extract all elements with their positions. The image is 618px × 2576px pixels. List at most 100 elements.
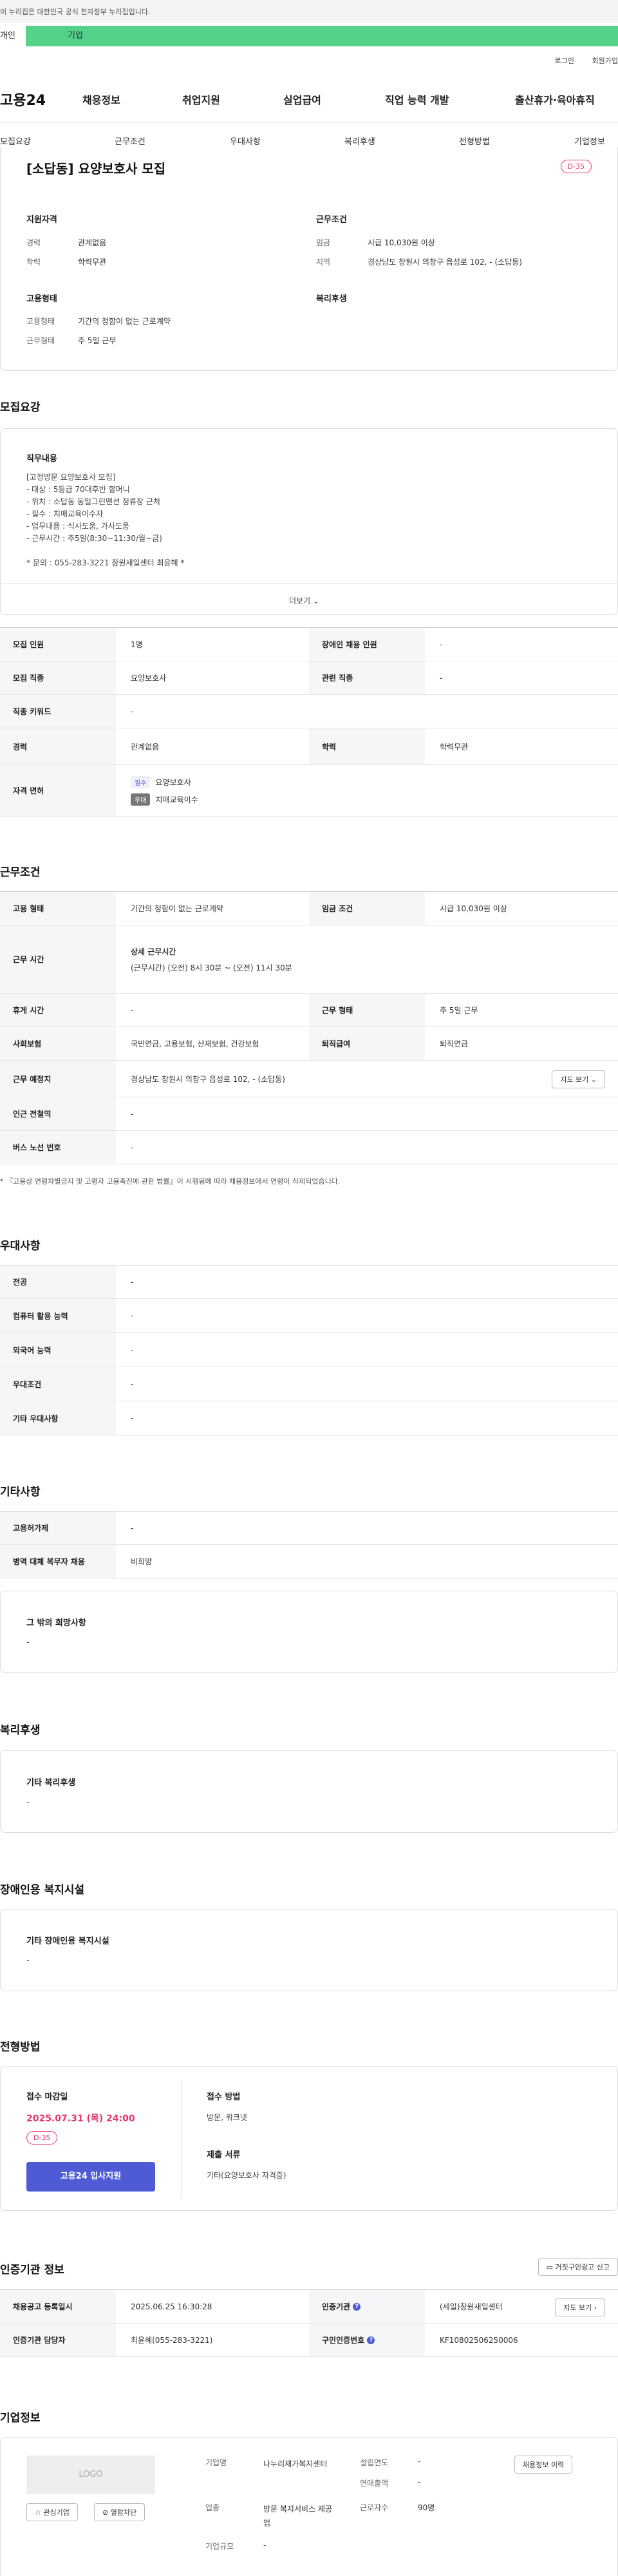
job-line: - 위치 : 소답동 동일그린맨션 정류장 근처 (26, 497, 160, 506)
company-name-value: 나누리재가복지센터 (263, 2459, 328, 2468)
table-row: 컴퓨터 활용 능력 - (0, 1299, 618, 1333)
work-form-label: 근무형태 (26, 336, 55, 345)
wage-value: 시급 10,030원 이상 (368, 238, 435, 247)
headcount-label: 모집 인원 (0, 628, 116, 661)
join-link[interactable]: 회원가입 (592, 57, 618, 65)
table-row: 사회보험 국민연금, 고용보험, 산재보험, 건강보험 퇴직급여 퇴직연금 (0, 1027, 618, 1061)
welfare-title: 복리후생 (316, 294, 347, 304)
keyword-value: - (131, 706, 134, 716)
more-button[interactable]: 더보기 ⌄ (289, 595, 319, 606)
site-logo[interactable]: 고용24 (0, 89, 46, 109)
etc-heading: 기타사항 (0, 1486, 41, 1499)
hours-title: 상세 근무시간 (131, 947, 176, 956)
tab-welfare[interactable]: 복리후생 (344, 135, 375, 147)
military-label: 병역 대체 복무자 채용 (0, 1545, 116, 1578)
employ-label: 고용 형태 (0, 892, 116, 925)
tab-recruit[interactable]: 모집요강 (0, 135, 31, 147)
employ-title: 고용형태 (26, 294, 57, 304)
more-label: 더보기 (289, 596, 311, 605)
tab-company[interactable]: 기업정보 (574, 135, 605, 147)
manager-value: 최윤혜(055-283-3221) (131, 2336, 213, 2345)
num-label-text: 구인인증번호 (322, 2336, 365, 2345)
related-value: - (440, 673, 443, 683)
job-line: - 대상 : 5등급 70대후반 할머니 (26, 485, 130, 494)
subway-label: 인근 전철역 (0, 1097, 116, 1130)
required-tag: 필수 (131, 775, 151, 788)
gnb-unemployment[interactable]: 실업급여 (283, 91, 321, 107)
region-label: 지역 (316, 258, 331, 267)
table-row: 우대조건 - (0, 1367, 618, 1401)
reg-value: 2025.06.25 16:30:28 (131, 2302, 212, 2311)
table-row: 휴게 시간 - 근무 형태 주 5일 근무 (0, 994, 618, 1027)
gov-banner: 이 누리집은 대한민국 공식 전자정부 누리집입니다. (0, 0, 618, 23)
license-item: 필수 요양보호사 (131, 775, 191, 788)
conditions-heading: 근무조건 (0, 866, 41, 879)
form-value: 주 5일 근무 (440, 1006, 478, 1015)
form-label: 근무 형태 (309, 994, 425, 1027)
tab-selection[interactable]: 전형방법 (459, 135, 490, 147)
gnb-jobs[interactable]: 채용정보 (82, 91, 120, 107)
employ-value: 기간의 정함이 없는 근로계약 (131, 904, 223, 913)
tab-person[interactable]: 개인 (0, 26, 26, 46)
pref-heading: 우대사항 (0, 1240, 41, 1253)
edu-row-value: 학력무관 (440, 742, 469, 752)
lang-value: - (131, 1345, 134, 1354)
info-icon[interactable]: ? (367, 2336, 375, 2344)
year-label: 설립연도 (360, 2458, 389, 2467)
preferred-tag: 우대 (131, 793, 151, 806)
welfare-card: 기타 복리후생 - (0, 1750, 618, 1833)
apply-button[interactable]: 고용24 입사지원 (26, 2162, 155, 2192)
company-heading: 기업정보 (0, 2412, 41, 2425)
qual-title: 지원자격 (26, 215, 57, 225)
welfare-card-title: 기타 복리후생 (26, 1778, 76, 1788)
report-button[interactable]: ▭ 거짓구인광고 신고 (538, 2258, 618, 2276)
table-row: 직종 키워드 - (0, 695, 618, 728)
job-desc-card: 직무내용 [고정방문 요양보호사 모집] - 대상 : 5등급 70대후반 할머… (0, 428, 618, 615)
member-tabs: 개인 기업 (0, 23, 618, 49)
gnb-training[interactable]: 직업 능력 개발 (385, 91, 449, 107)
disabled-value: - (440, 639, 443, 649)
tab-preferences[interactable]: 우대사항 (230, 135, 261, 147)
company-card: LOGO ☆ 관심기업 ⊘ 열람차단 기업명 나누리재가복지센터 업종 방문 복… (0, 2437, 618, 2576)
block-button[interactable]: ⊘ 열람차단 (94, 2503, 145, 2521)
cert-map-button[interactable]: 지도 보기 › (555, 2298, 605, 2316)
insurance-label: 사회보험 (0, 1027, 116, 1060)
table-row: 버스 노선 번호 - (0, 1131, 618, 1164)
bus-value: - (131, 1142, 134, 1152)
table-row: 외국어 능력 - (0, 1333, 618, 1367)
history-button[interactable]: 채용정보 이력 (514, 2456, 573, 2474)
cert-heading: 인증기관 정보 (0, 2264, 64, 2277)
keyword-label: 직종 키워드 (0, 695, 116, 728)
career-value: 관계없음 (78, 238, 107, 247)
company-name-label: 기업명 (205, 2458, 227, 2467)
subway-value: - (131, 1109, 134, 1119)
chevron-right-icon: › (594, 2304, 597, 2312)
cert-map-label: 지도 보기 (563, 2304, 592, 2312)
fav-company-button[interactable]: ☆ 관심기업 (26, 2503, 78, 2521)
gnb-employment-support[interactable]: 취업지원 (182, 91, 220, 107)
welfare-card-value: - (26, 1797, 30, 1806)
table-row: 전공 - (0, 1265, 618, 1299)
job-desc-title: 직무내용 (26, 454, 57, 464)
facility-heading: 장애인용 복지시설 (0, 1884, 85, 1897)
pref-cond-value: - (131, 1379, 134, 1388)
major-label: 전공 (0, 1265, 116, 1298)
login-link[interactable]: 로그인 (555, 57, 574, 65)
block-label: 열람차단 (110, 2508, 137, 2517)
rest-value: - (131, 1005, 134, 1015)
gov-banner-text: 이 누리집은 대한민국 공식 전자정부 누리집입니다. (0, 8, 151, 16)
info-icon[interactable]: ? (353, 2302, 361, 2311)
tab-conditions[interactable]: 근무조건 (115, 135, 145, 147)
gnb-parental-leave[interactable]: 출산휴가·육아휴직 (515, 91, 595, 107)
map-button[interactable]: 지도 보기 ⌄ (552, 1070, 605, 1088)
staff-label: 근로자수 (360, 2503, 389, 2512)
job-line: * 문의 : 055-283-3221 창원새일센터 최윤혜 * (26, 558, 185, 567)
computer-label: 컴퓨터 활용 능력 (0, 1299, 116, 1332)
block-icon: ⊘ (102, 2508, 109, 2517)
tab-company[interactable]: 기업 (26, 26, 618, 46)
table-row: 모집 직종 요양보호사 관련 직종 - (0, 661, 618, 695)
pref-cond-label: 우대조건 (0, 1367, 116, 1401)
method-value: 방문, 워크넷 (207, 2113, 247, 2122)
selection-heading: 전형방법 (0, 2041, 41, 2054)
rest-label: 휴게 시간 (0, 994, 116, 1027)
